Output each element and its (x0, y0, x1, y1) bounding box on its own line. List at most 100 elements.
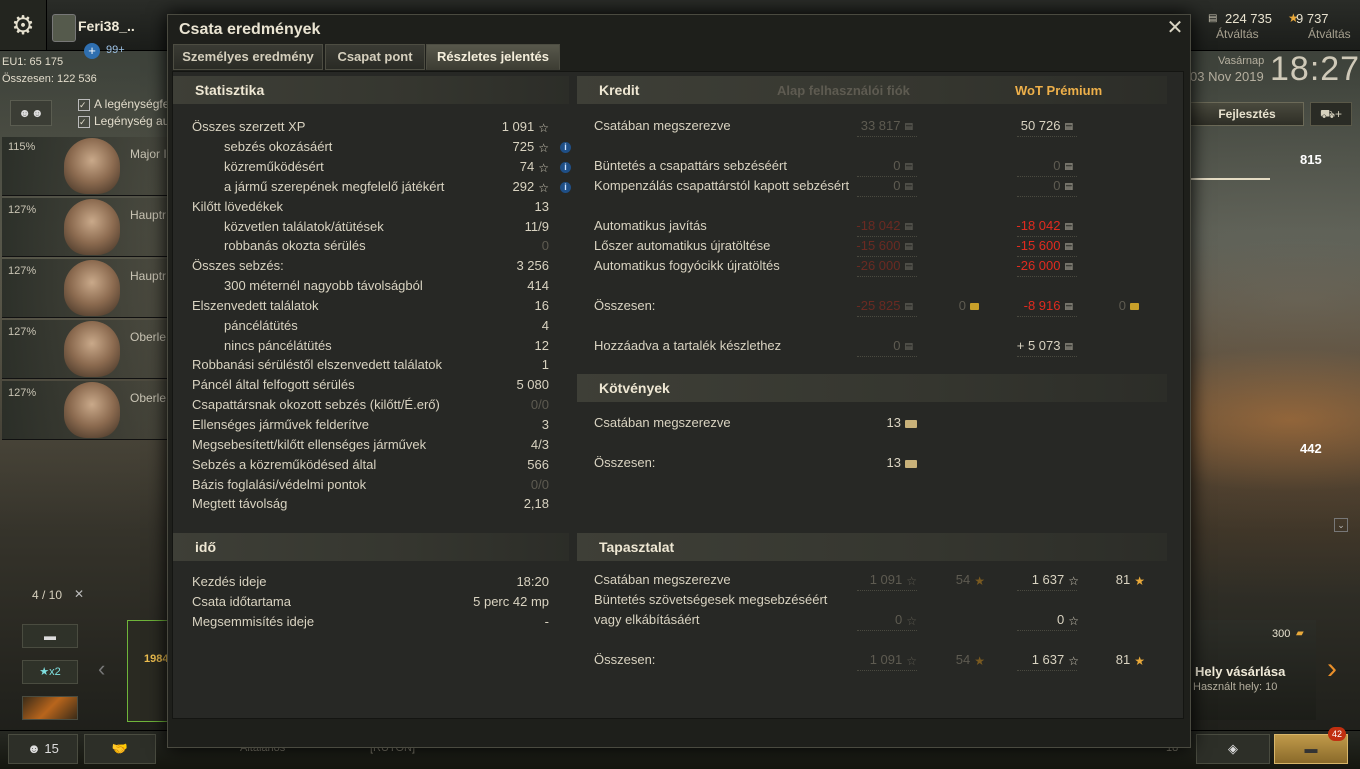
free-xp-base-value-number: 54 (955, 652, 971, 667)
credit-base-value: 0 ▤ (813, 158, 913, 173)
checkbox-icon[interactable]: ✓ (78, 116, 90, 128)
credit-premium-value: -8 916 ▤ (973, 298, 1073, 313)
tab-detailed-report[interactable]: Részletes jelentés (426, 44, 560, 70)
clan-emblem-icon[interactable] (52, 14, 76, 42)
filter-close-icon[interactable]: ✕ (74, 587, 84, 601)
platoon-button[interactable]: ☻ 15 (8, 734, 78, 764)
bond-label: Összesen: (594, 455, 656, 470)
date-date: 03 Nov 2019 (1190, 69, 1264, 84)
credits-exchange-link[interactable]: Átváltás (1216, 27, 1259, 41)
carousel-right-arrow-icon[interactable]: › (1327, 652, 1337, 686)
credit-base-number: -15 600 (856, 238, 901, 253)
stat-label: Összes szerzett XP (192, 119, 306, 134)
premium-filter-button[interactable] (22, 696, 78, 720)
close-icon[interactable]: ✕ (1164, 17, 1186, 39)
crew-member[interactable]: 127% Oberle (2, 320, 168, 379)
credit-base-value: -18 042 ▤ (813, 218, 913, 233)
credit-premium-value: -26 000 ▤ (973, 258, 1073, 273)
stat-value: 3 256 (443, 258, 549, 273)
credits-icon: ▤ (904, 221, 913, 232)
stat-number: 1 091 (501, 119, 535, 134)
stat-row: a jármű szerepének megfelelő játékért (224, 179, 444, 194)
crew-member[interactable]: 127% Hauptr (2, 259, 168, 318)
credit-base-value: -25 825 ▤ (813, 298, 913, 313)
credit-row: Lőszer automatikus újratöltése (594, 238, 770, 253)
xp-base-value: 0 ☆ (813, 612, 917, 628)
xp-star-icon: ☆ (538, 160, 549, 175)
gold-exchange-link[interactable]: Átváltás (1308, 27, 1351, 41)
gold-premium-number: 0 (1118, 298, 1126, 313)
info-icon[interactable]: i (560, 182, 571, 193)
credit-row: Hozzáadva a tartalék készlethez (594, 338, 781, 353)
stat-value: 0/0 (443, 477, 549, 492)
free-xp-star-icon: ★ (1134, 653, 1145, 668)
crew-option-2[interactable]: ✓ Legénység au (78, 114, 169, 128)
tab-personal-result[interactable]: Személyes eredmény (173, 44, 323, 70)
selected-tank-card[interactable] (127, 620, 169, 722)
stat-value: 3 (443, 417, 549, 432)
free-xp-premium-value-number: 81 (1115, 652, 1131, 667)
upgrade-button[interactable]: Fejlesztés (1190, 102, 1304, 126)
contacts-handshake-icon[interactable]: 🤝 (84, 734, 156, 764)
free-xp-base-value: 54 ★ (893, 572, 985, 588)
separator (857, 175, 917, 177)
x2-filter-button[interactable]: ★x2 (22, 660, 78, 684)
crew-name: Oberle (130, 330, 167, 344)
crew-portrait (64, 382, 120, 438)
crew-portrait (64, 199, 120, 255)
tank-filter-button[interactable]: ▬ (22, 624, 78, 648)
info-icon[interactable]: i (560, 162, 571, 173)
stat-label: a jármű szerepének megfelelő játékért (224, 179, 445, 194)
bond-value: 13 (813, 455, 917, 470)
add-friend-icon[interactable]: + (84, 43, 100, 59)
settings-gear-icon[interactable]: ⚙ (0, 0, 47, 50)
crew-name: Major I (130, 147, 167, 161)
credit-label: Lőszer automatikus újratöltése (594, 238, 771, 253)
crew-option-1[interactable]: ✓ A legénységfe (78, 97, 169, 111)
credit-base-value: 0 ▤ (813, 338, 913, 353)
credit-premium-value: + 5 073 ▤ (973, 338, 1073, 353)
crew-member[interactable]: 127% Oberle (2, 381, 168, 440)
info-icon[interactable]: i (560, 142, 571, 153)
credit-premium-number: -18 042 (1016, 218, 1061, 233)
credit-premium-value: -15 600 ▤ (973, 238, 1073, 253)
stat-row: Összes sebzés: (192, 258, 284, 273)
stat-row: Megsebesített/kilőtt ellenséges járművek (192, 437, 426, 452)
stat-number: 566 (527, 457, 549, 472)
xp-label-line2: vagy elkábításáért (594, 612, 700, 627)
credit-label: Hozzáadva a tartalék készlethez (594, 338, 782, 353)
xp-star-icon: ☆ (538, 140, 549, 155)
credit-premium-number: -15 600 (1016, 238, 1061, 253)
credit-base-number: -25 825 (856, 298, 901, 313)
tab-team-score[interactable]: Csapat pont (325, 44, 425, 70)
time-value: - (433, 614, 549, 629)
bond-number: 13 (886, 455, 901, 470)
stat-number: 725 (512, 139, 535, 154)
credit-premium-value: 50 726 ▤ (973, 118, 1073, 133)
credit-premium-value: 0 ▤ (973, 158, 1073, 173)
credit-base-value: -15 600 ▤ (813, 238, 913, 253)
gold-base-value: 0 (903, 298, 979, 313)
xp-base-value-number: 0 (895, 612, 903, 627)
credits-balance: 224 735 (1225, 11, 1272, 26)
side-progress-bar (1190, 178, 1270, 180)
stat-row: 300 méternél nagyobb távolságból (224, 278, 423, 293)
crew-member[interactable]: 115% Major I (2, 137, 168, 196)
logistics-diamond-icon[interactable]: ◈ (1196, 734, 1270, 764)
separator (1017, 255, 1077, 257)
buy-slot-price: 300 (1272, 628, 1291, 640)
player-icon: ☻ (27, 741, 41, 756)
checkbox-icon[interactable]: ✓ (78, 99, 90, 111)
player-name[interactable]: Feri38_.. (78, 18, 135, 34)
credit-premium-number: -26 000 (1016, 258, 1061, 273)
crew-button[interactable]: ☻☻ (10, 100, 52, 126)
stat-number: 414 (527, 278, 549, 293)
stat-number: 1 (541, 357, 549, 372)
bond-row: Csatában megszerezve (594, 415, 731, 430)
stat-row: Robbanási sérüléstől elszenvedett talála… (192, 357, 442, 372)
vehicle-compare-icon[interactable]: ⛟+ (1310, 102, 1352, 126)
stat-label: Ellenséges járművek felderítve (192, 417, 370, 432)
carousel-left-arrow-icon[interactable]: ‹ (98, 656, 105, 682)
crew-member[interactable]: 127% Hauptr (2, 198, 168, 257)
scroll-down-icon[interactable]: ⌄ (1334, 518, 1348, 532)
